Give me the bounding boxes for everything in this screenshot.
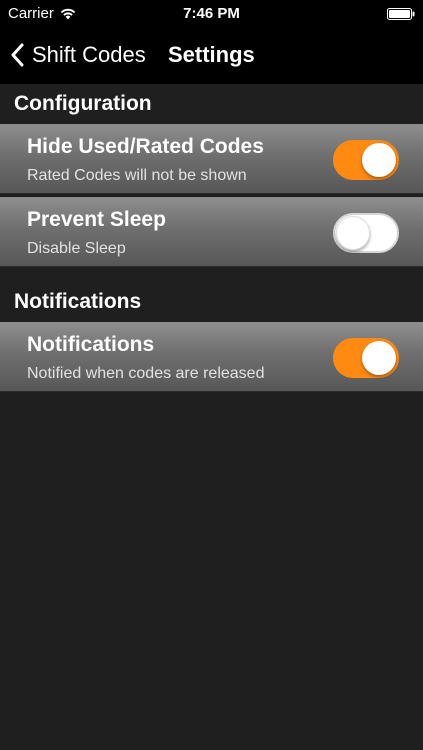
hide-used-rated-codes-toggle[interactable]	[333, 140, 399, 180]
setting-title: Prevent Sleep	[27, 208, 166, 231]
setting-subtitle: Notified when codes are released	[27, 365, 265, 382]
status-bar: Carrier 7:46 PM	[0, 0, 423, 28]
navigation-bar: Shift Codes Settings	[0, 28, 423, 84]
prevent-sleep-toggle[interactable]	[333, 213, 399, 253]
setting-row-hide-used-rated-codes: Hide Used/Rated Codes Rated Codes will n…	[0, 124, 423, 194]
notifications-toggle[interactable]	[333, 338, 399, 378]
status-time: 7:46 PM	[183, 5, 240, 22]
section-header-configuration: Configuration	[14, 92, 152, 115]
battery-icon	[387, 8, 415, 20]
setting-row-prevent-sleep: Prevent Sleep Disable Sleep	[0, 197, 423, 267]
settings-screen: Carrier 7:46 PM Shift Codes Settings Con…	[0, 0, 423, 750]
toggle-knob	[362, 143, 396, 177]
back-button-label: Shift Codes	[32, 42, 146, 67]
setting-subtitle: Disable Sleep	[27, 240, 126, 257]
setting-title: Notifications	[27, 333, 155, 356]
chevron-left-icon	[11, 43, 24, 67]
page-title: Settings	[168, 42, 255, 67]
setting-subtitle: Rated Codes will not be shown	[27, 167, 247, 184]
toggle-knob	[336, 216, 370, 250]
setting-title: Hide Used/Rated Codes	[27, 135, 264, 158]
section-header-notifications: Notifications	[14, 290, 142, 313]
top-bar: Carrier 7:46 PM Shift Codes Settings	[0, 0, 423, 84]
toggle-knob	[362, 341, 396, 375]
back-button[interactable]: Shift Codes	[10, 38, 146, 72]
setting-row-notifications: Notifications Notified when codes are re…	[0, 322, 423, 392]
